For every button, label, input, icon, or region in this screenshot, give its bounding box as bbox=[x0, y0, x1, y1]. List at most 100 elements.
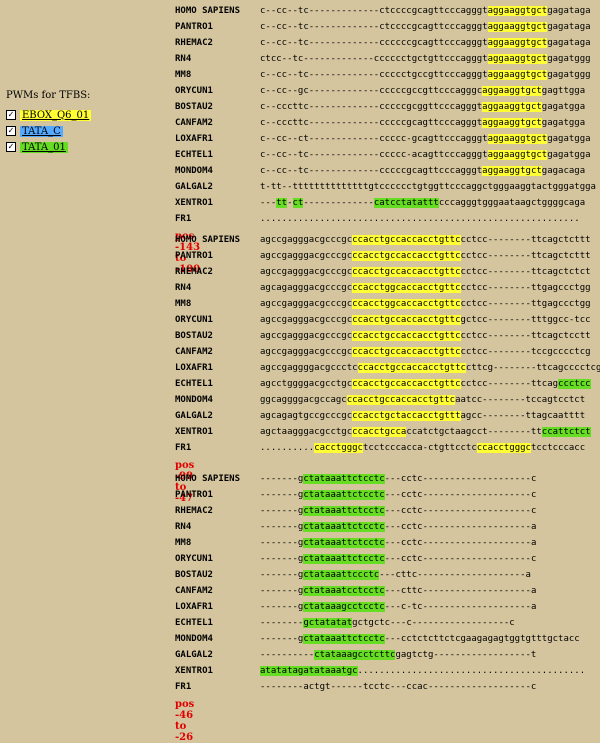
sequence: ..........cacctgggctcctcccacca-ctgttcctc… bbox=[260, 443, 585, 454]
sequence-segment: gagatgga bbox=[541, 118, 586, 128]
sequence-segment: gagatgga bbox=[547, 150, 591, 160]
species-label: FR1 bbox=[175, 214, 192, 224]
sequence-segment: agccgagggacgcccgc bbox=[260, 347, 353, 357]
sequence-segment: cctcc--------tccgcccctcg bbox=[460, 347, 591, 357]
tfbs-highlight: aggaaggtgct bbox=[482, 166, 542, 176]
sequence-segment: c--cc--tc-------------ccccctgccgttcccagg… bbox=[260, 70, 488, 80]
sequence-segment: gagatggg bbox=[547, 70, 591, 80]
species-label: BOSTAU2 bbox=[175, 102, 213, 112]
tfbs-highlight: aggaaggtgct bbox=[482, 118, 542, 128]
species-label: ECHTEL1 bbox=[175, 150, 213, 160]
sequence-segment: ---c-tc--------------------a bbox=[384, 602, 537, 612]
sequence-segment: ........................................… bbox=[260, 214, 580, 224]
tfbs-highlight: ccacctgccaccacctgttc bbox=[352, 315, 461, 325]
tfbs-highlight: ctataaattctcctc bbox=[303, 506, 385, 516]
sequence-segment: -------g bbox=[260, 538, 304, 548]
sequence: c--cccttc-------------cccccgcggttcccaggg… bbox=[260, 102, 585, 113]
sequence: t-tt--ttttttttttttttgtcccccctgtggttcccag… bbox=[260, 182, 596, 193]
species-label: RN4 bbox=[175, 283, 192, 293]
tfbs-highlight: aggaaggtgct bbox=[487, 150, 548, 160]
tfbs-highlight: aggaaggtgct bbox=[487, 38, 548, 48]
sequence-segment: agcagagtgccgcccgc bbox=[260, 411, 353, 421]
tfbs-highlight: cacctgggc bbox=[314, 443, 363, 453]
tfbs-highlight: ctataaattctcctc bbox=[303, 490, 385, 500]
sequence: --------gctatatatgctgctc---c------------… bbox=[260, 618, 515, 629]
tfbs-highlight: aggaaggtgct bbox=[487, 6, 548, 16]
tfbs-highlight: gctatatat bbox=[303, 618, 353, 628]
tfbs-highlight: ccacctgccaccacctgttc bbox=[352, 251, 461, 261]
tfbs-highlight: ccacctgccaccacctgttc bbox=[346, 395, 456, 405]
tfbs-highlight: atatatagatataaatgc bbox=[260, 666, 358, 676]
tfbs-highlight: ccacctgccaccacctgttc bbox=[352, 347, 461, 357]
species-label: ECHTEL1 bbox=[175, 379, 213, 389]
sequence: -------gctataaatcctcctc---cttc----------… bbox=[260, 586, 536, 597]
sequence: agccgagggacgcccgcccacctgccaccacctgttccct… bbox=[260, 235, 591, 246]
tfbs-highlight: catcctatattt bbox=[373, 198, 439, 208]
sequence-segment: --- bbox=[260, 198, 277, 208]
sequence-segment: agctaagggacgcctgc bbox=[260, 427, 353, 437]
sequence-segment: ---cctc--------------------c bbox=[384, 474, 537, 484]
sequence-segment: c--cccttc-------------cccccgcagttcccaggg… bbox=[260, 118, 483, 128]
sequence-segment: ctcc--tc-------------cccccctgctgttcccagg… bbox=[260, 54, 488, 64]
tfbs-highlight: ccattctct bbox=[541, 427, 591, 437]
tfbs-highlight: aggaaggtgct bbox=[487, 54, 548, 64]
sequence-segment: agccgagggacgcccgc bbox=[260, 251, 353, 261]
species-label: XENTRO1 bbox=[175, 666, 213, 676]
sequence: -------gctataaagcctcctc---c-tc----------… bbox=[260, 602, 536, 613]
sequence-segment: -------g bbox=[260, 570, 304, 580]
tfbs-highlight: ccacctgccaccacctgttc bbox=[352, 331, 461, 341]
sequence-segment: agccgaggggacgccctc bbox=[260, 363, 358, 373]
tfbs-highlight: ccacctgccaccacctgttc bbox=[352, 267, 461, 277]
species-label: RN4 bbox=[175, 54, 192, 64]
species-label: PANTRO1 bbox=[175, 22, 213, 32]
sequence-segment: -------- bbox=[260, 618, 304, 628]
sequence: ........................................… bbox=[260, 214, 580, 225]
species-label: MM8 bbox=[175, 70, 192, 80]
tfbs-highlight: ctataaagcctcctc bbox=[303, 602, 385, 612]
species-label: MONDOM4 bbox=[175, 634, 213, 644]
sequence-segment: -------g bbox=[260, 474, 304, 484]
sequence: agcagagggacgcccgcccacctggcaccacctgttccct… bbox=[260, 283, 591, 294]
tfbs-highlight: aggaaggtgct bbox=[487, 22, 548, 32]
species-label: XENTRO1 bbox=[175, 427, 213, 437]
species-label: ORYCUN1 bbox=[175, 315, 213, 325]
sequence-segment: gagatgga bbox=[547, 134, 591, 144]
position-range-label: pos -46 to -26 bbox=[175, 699, 195, 743]
sequence-segment: cctcc--------ttcagctcttt bbox=[460, 235, 591, 245]
sequence: -------gctataaattctcctc---cctc----------… bbox=[260, 490, 536, 501]
sequence: ---tt-ct-------------catcctatatttcccaggg… bbox=[260, 198, 585, 209]
sequence-segment: gagttgga bbox=[541, 86, 586, 96]
species-label: LOXAFR1 bbox=[175, 363, 213, 373]
tfbs-highlight: aggaaggtgct bbox=[487, 70, 548, 80]
sequence-segment: -------g bbox=[260, 490, 304, 500]
sequence-segment: - bbox=[287, 198, 293, 208]
species-label: ORYCUN1 bbox=[175, 86, 213, 96]
alignment-area: HOMO SAPIENS c--cc--tc-------------ctcccc… bbox=[0, 0, 600, 743]
sequence-segment: ---------- bbox=[260, 650, 315, 660]
species-label: LOXAFR1 bbox=[175, 134, 213, 144]
species-label: FR1 bbox=[175, 682, 192, 692]
sequence-segment: -------g bbox=[260, 634, 304, 644]
sequence-segment: gagatggg bbox=[547, 54, 591, 64]
tfbs-highlight: ctataaagcctcttc bbox=[314, 650, 396, 660]
sequence-segment: c--cc--tc-------------ctccccgcagttcccagg… bbox=[260, 6, 488, 16]
sequence-segment: ---cttc--------------------a bbox=[384, 586, 537, 596]
sequence-segment: -------g bbox=[260, 522, 304, 532]
sequence-segment: gagataga bbox=[547, 6, 591, 16]
tfbs-highlight: ccacctggcaccacctgttc bbox=[352, 299, 461, 309]
sequence: agccgagggacgcccgcccacctggcaccacctgttccct… bbox=[260, 299, 591, 310]
sequence: agccgagggacgcccgcccacctgccaccacctgttccct… bbox=[260, 331, 591, 342]
sequence-segment: gagataga bbox=[547, 38, 591, 48]
species-label: LOXAFR1 bbox=[175, 602, 213, 612]
species-label: GALGAL2 bbox=[175, 411, 213, 421]
sequence-segment: gagtctg------------------t bbox=[395, 650, 537, 660]
sequence-segment: aatcc--------tccagtcctct bbox=[455, 395, 586, 405]
tfbs-highlight: ccacctgccaccacctgttc bbox=[357, 363, 466, 373]
species-label: FR1 bbox=[175, 443, 192, 453]
sequence-segment: .......... bbox=[260, 443, 315, 453]
sequence: ----------ctataaagcctcttcgagtctg--------… bbox=[260, 650, 536, 661]
sequence: c--cc--tc-------------ctccccgcagttcccagg… bbox=[260, 22, 591, 33]
sequence: --------actgt------tcctc---ccac---------… bbox=[260, 682, 536, 693]
sequence: c--cc--tc-------------ccccc-acagttcccagg… bbox=[260, 150, 591, 161]
sequence-segment: cctcc--------ttcag bbox=[460, 379, 559, 389]
